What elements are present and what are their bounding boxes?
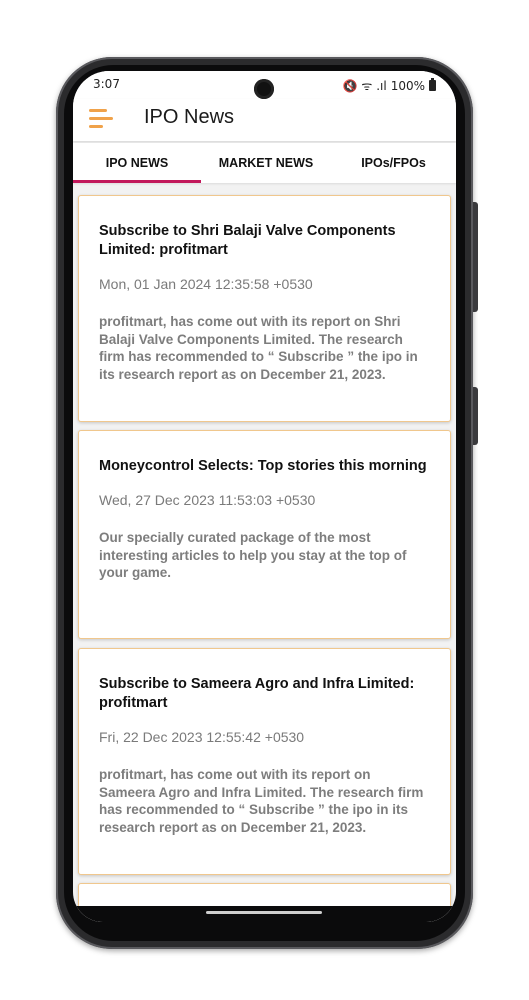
volume-button: [473, 202, 478, 312]
status-icons: 🔇 ᯤ .ıl 100%: [343, 77, 436, 94]
news-description: profitmart, has come out with its report…: [99, 767, 424, 835]
news-title: Subscribe to Sameera Agro and Infra Limi…: [99, 676, 415, 711]
news-title: Subscribe to Shri Balaji Valve Component…: [99, 223, 396, 258]
news-title: Moneycontrol Selects: Top stories this m…: [99, 458, 427, 474]
hamburger-menu-icon[interactable]: [89, 107, 115, 129]
news-feed[interactable]: Subscribe to Shri Balaji Valve Component…: [73, 183, 456, 922]
tab-market-news[interactable]: MARKET NEWS: [201, 143, 331, 183]
news-card[interactable]: Moneycontrol Selects: Top stories this m…: [78, 430, 451, 639]
battery-percent: 100%: [390, 78, 425, 93]
tab-bar: IPO NEWS MARKET NEWS IPOs/FPOs: [73, 143, 456, 183]
tab-ipo-news[interactable]: IPO NEWS: [73, 143, 201, 183]
news-description: profitmart, has come out with its report…: [99, 314, 418, 382]
news-card[interactable]: Subscribe to Sameera Agro and Infra Limi…: [78, 648, 451, 875]
news-date: Wed, 27 Dec 2023 11:53:03 +0530: [99, 492, 316, 508]
phone-screen: 3:07 🔇 ᯤ .ıl 100% IPO News IPO NEWS MARK…: [73, 71, 456, 922]
news-card[interactable]: Subscribe to Shri Balaji Valve Component…: [78, 195, 451, 422]
tab-ipos-fpos[interactable]: IPOs/FPOs: [331, 143, 456, 183]
battery-icon: [429, 78, 436, 91]
home-gesture-handle[interactable]: [206, 911, 322, 914]
page-title: IPO News: [144, 106, 235, 128]
status-time: 3:07: [93, 77, 120, 91]
signal-icons: 🔇 ᯤ .ıl: [342, 79, 387, 93]
front-camera-icon: [254, 79, 274, 99]
app-bar: IPO News: [73, 99, 456, 141]
news-date: Fri, 22 Dec 2023 12:55:42 +0530: [99, 729, 305, 745]
power-button: [473, 387, 478, 445]
status-bar: 3:07 🔇 ᯤ .ıl 100%: [73, 71, 456, 99]
news-date: Mon, 01 Jan 2024 12:35:58 +0530: [99, 276, 313, 292]
system-nav-bar: [73, 906, 456, 922]
screenshot-stage: 3:07 🔇 ᯤ .ıl 100% IPO News IPO NEWS MARK…: [0, 0, 529, 1000]
news-description: Our specially curated package of the mos…: [99, 530, 407, 580]
